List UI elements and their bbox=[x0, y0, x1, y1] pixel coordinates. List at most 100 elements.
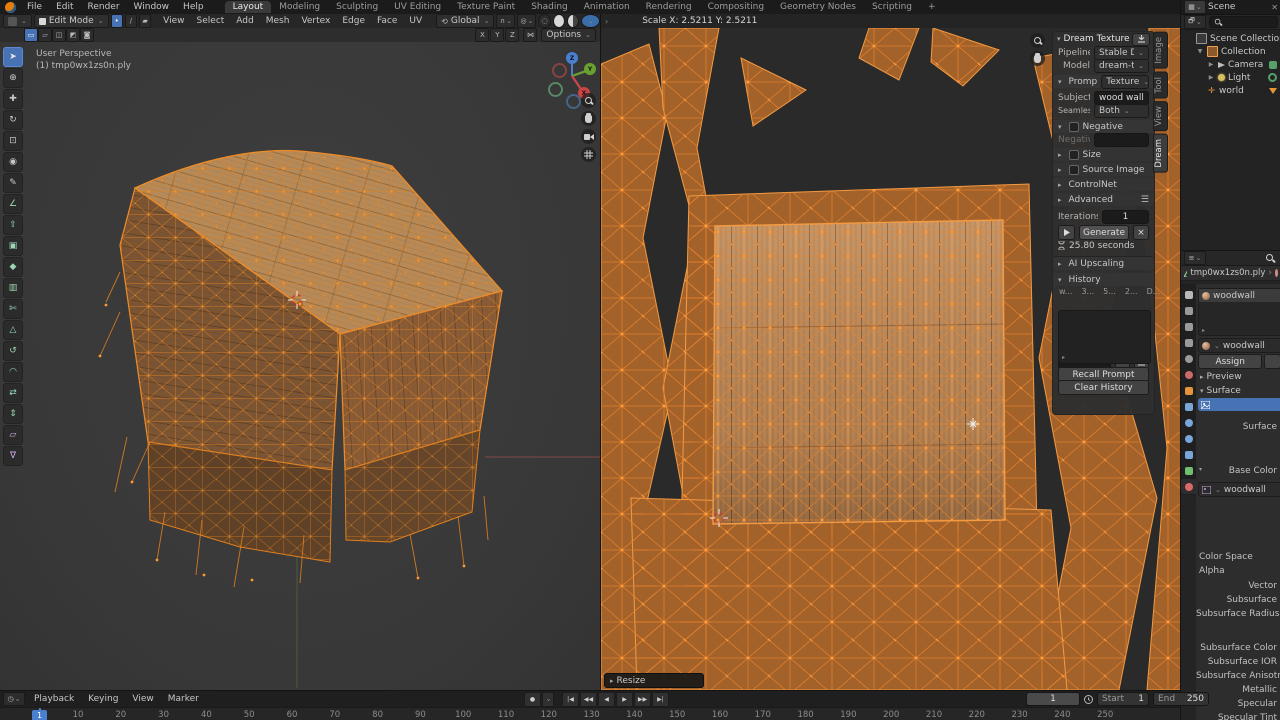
material-slot-list[interactable]: woodwall ▸ bbox=[1198, 288, 1280, 336]
snap-magnet-icon[interactable]: ∩ bbox=[496, 14, 515, 28]
expand-icon[interactable] bbox=[1196, 48, 1204, 55]
shading-solid-icon[interactable] bbox=[553, 14, 565, 28]
select-button-partial[interactable] bbox=[1264, 354, 1280, 369]
autokey-record-button[interactable]: ● bbox=[524, 692, 541, 707]
outliner-row-light[interactable]: Light bbox=[1181, 71, 1280, 84]
tool-loop-cut[interactable]: ▥ bbox=[3, 278, 23, 298]
workspace-tab-layout[interactable]: Layout bbox=[225, 1, 272, 13]
transport-button-play[interactable]: ▶ bbox=[616, 692, 633, 707]
properties-tab-tool[interactable] bbox=[1181, 287, 1196, 302]
history-column-5[interactable]: 5... bbox=[1103, 287, 1116, 296]
surface-shader-button[interactable] bbox=[1198, 398, 1280, 411]
select-extend-icon[interactable]: ▱ bbox=[38, 28, 52, 42]
viewport-menu-select[interactable]: Select bbox=[191, 16, 231, 26]
tool-cursor[interactable]: ⊕ bbox=[3, 68, 23, 88]
properties-tab-world[interactable] bbox=[1181, 367, 1196, 382]
frame-start-field[interactable]: Start1 bbox=[1097, 692, 1149, 706]
negative-checkbox[interactable] bbox=[1069, 122, 1079, 132]
uv-header-expand-icon[interactable]: › bbox=[605, 17, 608, 26]
material-slot[interactable]: woodwall bbox=[1199, 289, 1280, 302]
tool-knife[interactable]: ✄ bbox=[3, 299, 23, 319]
prompt-section-header[interactable]: Promp Texture bbox=[1053, 75, 1154, 88]
properties-tab-view-layer[interactable] bbox=[1181, 335, 1196, 350]
pin-icon[interactable]: ✕ bbox=[1271, 3, 1278, 12]
blender-logo-icon[interactable] bbox=[5, 2, 16, 13]
expand-icon[interactable] bbox=[1207, 61, 1215, 68]
operator-panel-resize[interactable]: Resize bbox=[604, 673, 704, 688]
properties-tab-particles[interactable] bbox=[1181, 415, 1196, 430]
viewport-menu-add[interactable]: Add bbox=[230, 16, 259, 26]
transport-button-prev-keyframe[interactable]: ◀◀ bbox=[580, 692, 597, 707]
topbar-menu-help[interactable]: Help bbox=[176, 2, 211, 12]
surface-panel-header[interactable]: Surface bbox=[1200, 386, 1241, 396]
outliner-row-world[interactable]: ✛ world bbox=[1181, 84, 1280, 97]
preview-panel-header[interactable]: Preview bbox=[1200, 372, 1242, 382]
viewport-menu-uv[interactable]: UV bbox=[403, 16, 428, 26]
tool-rip-region[interactable]: ∇ bbox=[3, 446, 23, 466]
workspace-tab-[interactable]: + bbox=[920, 1, 944, 13]
history-column-3[interactable]: 3... bbox=[1081, 287, 1094, 296]
history-column-w[interactable]: w... bbox=[1059, 287, 1072, 296]
transport-button-next-keyframe[interactable]: ▶▶ bbox=[634, 692, 651, 707]
image-selector[interactable]: woodwall bbox=[1198, 482, 1280, 497]
outliner-row-collection[interactable]: Collection bbox=[1181, 45, 1280, 58]
viewport-camera-button[interactable] bbox=[581, 129, 596, 144]
material-selector[interactable]: woodwall bbox=[1198, 338, 1280, 353]
assign-button[interactable]: Assign bbox=[1198, 354, 1262, 369]
section-checkbox[interactable] bbox=[1069, 165, 1079, 175]
negative-input[interactable] bbox=[1094, 133, 1149, 147]
mirror-toggle-z[interactable]: Z bbox=[505, 28, 519, 42]
symmetry-icon[interactable]: ⋈ bbox=[523, 28, 537, 42]
shading-rendered-icon[interactable] bbox=[581, 14, 600, 28]
tool-select-box[interactable]: ➤ bbox=[3, 47, 23, 67]
tool-poly-build[interactable]: △ bbox=[3, 320, 23, 340]
current-frame-badge[interactable]: 1 bbox=[32, 710, 47, 720]
dream-panel-header[interactable]: Dream Texture bbox=[1053, 32, 1154, 46]
viewport-menu-vertex[interactable]: Vertex bbox=[295, 16, 336, 26]
history-column-2[interactable]: 2... bbox=[1125, 287, 1138, 296]
properties-tab-output[interactable] bbox=[1181, 319, 1196, 334]
viewport-3d[interactable]: User Perspective (1) tmp0wx1zs0n.ply ➤⊕✚… bbox=[0, 42, 600, 690]
mirror-toggle-y[interactable]: Y bbox=[490, 28, 504, 42]
workspace-tab-animation[interactable]: Animation bbox=[576, 1, 638, 13]
workspace-tab-modeling[interactable]: Modeling bbox=[271, 1, 328, 13]
outliner-row-camera[interactable]: Camera bbox=[1181, 58, 1280, 71]
workspace-tab-geometry-nodes[interactable]: Geometry Nodes bbox=[772, 1, 864, 13]
mode-dropdown[interactable]: Edit Mode bbox=[34, 14, 109, 28]
tool-inset-faces[interactable]: ▣ bbox=[3, 236, 23, 256]
expand-icon[interactable] bbox=[1207, 74, 1215, 81]
uv-pan-button[interactable] bbox=[1030, 51, 1045, 66]
select-mode-vertex[interactable]: • bbox=[111, 14, 123, 28]
cancel-generate-button[interactable]: × bbox=[1133, 225, 1149, 240]
tool-smooth[interactable]: ◠ bbox=[3, 362, 23, 382]
negative-section-header[interactable]: Negative bbox=[1053, 120, 1154, 133]
section-checkbox[interactable] bbox=[1069, 150, 1079, 160]
viewport-menu-face[interactable]: Face bbox=[371, 16, 403, 26]
select-mode-edge[interactable]: ∕ bbox=[125, 14, 137, 28]
topbar-menu-edit[interactable]: Edit bbox=[49, 2, 80, 12]
transport-button-jump-end[interactable]: ▶| bbox=[652, 692, 669, 707]
sidebar-tab-image[interactable]: Image bbox=[1153, 32, 1168, 69]
select-difference-icon[interactable]: ◩ bbox=[66, 28, 80, 42]
viewport-menu-view[interactable]: View bbox=[157, 16, 190, 26]
transport-button-jump-start[interactable]: |◀ bbox=[562, 692, 579, 707]
tool-shrink-fatten[interactable]: ⇕ bbox=[3, 404, 23, 424]
properties-editor-icon[interactable]: ≡ bbox=[1184, 251, 1206, 265]
tool-shear[interactable]: ▱ bbox=[3, 425, 23, 445]
properties-tab-object[interactable] bbox=[1181, 383, 1196, 398]
sidebar-tab-tool[interactable]: Tool bbox=[1153, 72, 1168, 99]
topbar-menu-window[interactable]: Window bbox=[127, 2, 177, 12]
workspace-tab-sculpting[interactable]: Sculpting bbox=[328, 1, 386, 13]
properties-tab-render[interactable] bbox=[1181, 303, 1196, 318]
viewport-zoom-button[interactable] bbox=[581, 93, 596, 108]
properties-tab-modifiers[interactable] bbox=[1181, 399, 1196, 414]
properties-tab-constraints[interactable] bbox=[1181, 447, 1196, 462]
select-subtract-icon[interactable]: ◫ bbox=[52, 28, 66, 42]
workspace-tab-compositing[interactable]: Compositing bbox=[700, 1, 772, 13]
shading-wireframe-icon[interactable]: ◌ bbox=[538, 14, 550, 28]
model-dropdown[interactable]: dream-textu... bbox=[1094, 59, 1149, 73]
tool-scale[interactable]: ⊡ bbox=[3, 131, 23, 151]
select-new-icon[interactable]: ▭ bbox=[24, 28, 38, 42]
sidebar-tab-dream[interactable]: Dream bbox=[1153, 134, 1168, 173]
topbar-menu-render[interactable]: Render bbox=[81, 2, 127, 12]
